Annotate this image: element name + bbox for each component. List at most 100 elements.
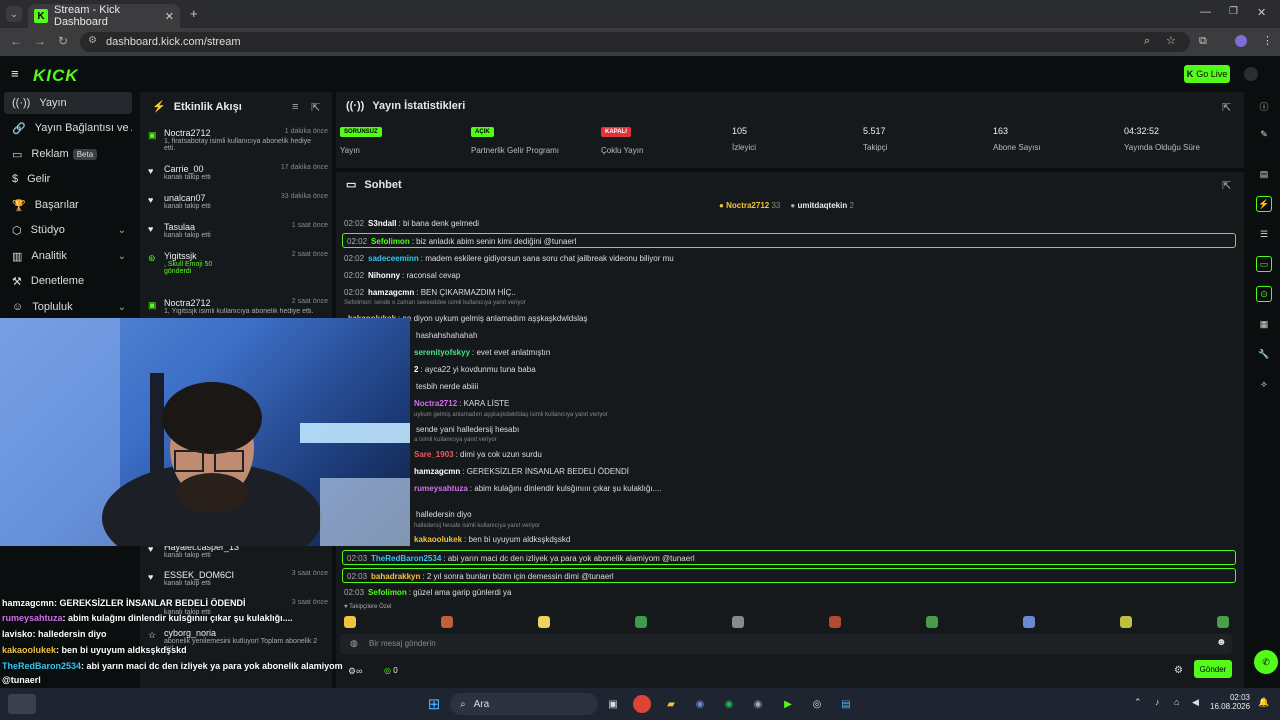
zoom-icon[interactable]: ⌕	[1144, 35, 1150, 48]
extensions-icon[interactable]: ⧉	[1199, 35, 1207, 48]
taskbar-clock[interactable]: 02:03 16.08.2026	[1210, 693, 1250, 711]
chat-username[interactable]: rumeysahtuza	[414, 484, 468, 493]
send-button[interactable]: Gönder	[1194, 660, 1232, 678]
popout-icon[interactable]: ⇱	[311, 101, 320, 114]
file-explorer-icon[interactable]: ▰	[662, 695, 680, 713]
wrench-icon[interactable]: 🔧	[1256, 346, 1272, 362]
chat-username[interactable]: serenityofskyy	[414, 348, 470, 357]
chat-toggle-icon[interactable]: ▭	[1256, 256, 1272, 272]
discord-icon[interactable]: ◉	[691, 695, 709, 713]
chat-username[interactable]: sadeceeminn	[368, 254, 419, 263]
obs-icon[interactable]: ◎	[808, 695, 826, 713]
notification-icon[interactable]: 🔔	[1258, 697, 1269, 708]
url-field[interactable]: ⚙ dashboard.kick.com/stream ⌕ ☆	[80, 32, 1190, 52]
pinned-user[interactable]: ● Noctra2712 33	[719, 201, 780, 210]
chat-username[interactable]: 2	[414, 365, 418, 374]
stats-toggle-icon[interactable]: ⊙	[1256, 286, 1272, 302]
sidebar-item-moderation[interactable]: ⚒ Denetleme	[4, 270, 132, 292]
layout-icon[interactable]: ▤	[1256, 166, 1272, 182]
popout-icon[interactable]: ⇱	[1222, 101, 1231, 114]
gear-icon[interactable]: ⚙	[1174, 665, 1183, 676]
chat-username[interactable]: TheRedBaron2534	[371, 554, 441, 563]
sidebar-item-ads[interactable]: ▭ Reklam Beta	[4, 143, 132, 165]
taskbar-search[interactable]: ⌕ Ara	[450, 693, 598, 715]
chat-username[interactable]: Nihonny	[368, 271, 400, 280]
emote-icon[interactable]	[1120, 616, 1132, 628]
spotify-icon[interactable]: ◉	[720, 695, 738, 713]
sidebar-item-studio[interactable]: ⬡ Stüdyo ⌄	[4, 219, 132, 241]
profile-avatar[interactable]	[1235, 35, 1247, 47]
go-live-button[interactable]: K Go Live	[1184, 65, 1230, 83]
microphone-icon[interactable]: ♪	[1155, 697, 1160, 707]
chat-settings-icon[interactable]: ⚙∞	[348, 666, 362, 677]
task-view-icon[interactable]: ▣	[604, 695, 622, 713]
volume-icon[interactable]: ◀	[1192, 697, 1199, 708]
activity-toggle-icon[interactable]: ⚡	[1256, 196, 1272, 212]
chat-username[interactable]: kakaoolukek	[414, 535, 462, 544]
list-icon[interactable]: ☰	[1256, 226, 1272, 242]
network-icon[interactable]: ⌂	[1174, 697, 1179, 707]
site-info-icon[interactable]: ⚙	[88, 35, 97, 46]
emoji-picker-icon[interactable]: ☻	[1216, 637, 1227, 648]
chat-username[interactable]: hamzagcmn	[414, 467, 460, 476]
kick-app-icon[interactable]: ▶	[779, 695, 797, 713]
close-window-icon[interactable]: ✕	[1257, 6, 1266, 19]
sidebar-item-analytics[interactable]: ▥ Analitik ⌄	[4, 245, 132, 267]
emote-icon[interactable]	[732, 616, 744, 628]
emote-icon[interactable]	[829, 616, 841, 628]
kick-k-icon: K	[1186, 69, 1194, 79]
filter-icon[interactable]: ≡	[292, 101, 298, 113]
storage-icon[interactable]: ▦	[1256, 316, 1272, 332]
new-tab-icon[interactable]: +	[190, 6, 198, 21]
sidebar-item-stream-key[interactable]: 🔗Yayın Bağlantısı ve Anahtarı	[4, 117, 132, 139]
sidebar-item-stream[interactable]: ((·)) Yayın	[4, 92, 132, 114]
info-icon[interactable]: ⓘ	[1256, 98, 1272, 114]
chat-username[interactable]: Sefolimon	[371, 237, 410, 246]
sidebar-item-achievements[interactable]: 🏆 Başarılar	[4, 194, 132, 216]
bookmark-star-icon[interactable]: ☆	[1166, 34, 1176, 47]
hammer-icon: ⚒	[12, 275, 22, 288]
support-chat-icon[interactable]: ✆	[1254, 650, 1278, 674]
emote-icon[interactable]	[441, 616, 453, 628]
chrome-icon[interactable]	[633, 695, 651, 713]
popout-icon[interactable]: ⇱	[1222, 179, 1231, 192]
steam-icon[interactable]: ◉	[749, 695, 767, 713]
chat-username[interactable]: Noctra2712	[414, 399, 457, 408]
browser-tab[interactable]: K Stream - Kick Dashboard ✕	[28, 4, 180, 28]
share-icon[interactable]: ⟡	[1256, 376, 1272, 392]
windows-start-icon[interactable]: ⊞	[425, 695, 443, 713]
hamburger-menu-icon[interactable]: ≡	[11, 66, 19, 81]
maximize-icon[interactable]: ❐	[1229, 6, 1238, 17]
notepad-icon[interactable]: ▤	[837, 695, 855, 713]
sidebar-item-community[interactable]: ☺ Topluluk ⌄	[4, 296, 132, 318]
chat-username[interactable]: hamzagcmn	[368, 288, 414, 297]
stat-followers: 5.517 Takipçi	[863, 126, 888, 152]
reload-icon[interactable]: ↻	[58, 34, 68, 48]
search-icon: ⌕	[460, 698, 466, 710]
tab-search-icon[interactable]: ⌄	[6, 6, 22, 22]
chat-username[interactable]: Sare_1903	[414, 450, 454, 459]
chat-username[interactable]: Sefolimon	[368, 588, 407, 597]
chat-username[interactable]: S3ndall	[368, 219, 396, 228]
emote-icon[interactable]	[344, 616, 356, 628]
browser-menu-icon[interactable]: ⋮	[1262, 34, 1273, 47]
tab-title: Stream - Kick Dashboard	[54, 4, 121, 28]
emote-icon[interactable]	[926, 616, 938, 628]
edit-icon[interactable]: ✎	[1256, 126, 1272, 142]
minimize-icon[interactable]: —	[1200, 6, 1211, 18]
emote-icon[interactable]	[1023, 616, 1035, 628]
sidebar-item-revenue[interactable]: $ Gelir	[4, 168, 132, 190]
chat-input[interactable]: ◍ Bir mesaj gönderin ☻	[340, 634, 1232, 654]
emote-icon[interactable]	[1217, 616, 1229, 628]
back-icon[interactable]: ←	[10, 34, 22, 48]
emote-icon[interactable]	[538, 616, 550, 628]
tray-overflow-icon[interactable]: ⌃	[1134, 697, 1142, 708]
forward-icon[interactable]: →	[34, 34, 46, 48]
user-avatar[interactable]	[1244, 67, 1258, 81]
chat-username[interactable]: bahadrakkyn	[371, 572, 420, 581]
emote-icon[interactable]	[635, 616, 647, 628]
pinned-user[interactable]: ● umitdaqtekin 2	[790, 201, 854, 210]
weather-widget-icon[interactable]	[8, 694, 36, 714]
kick-logo[interactable]: KICK	[33, 66, 79, 86]
close-tab-icon[interactable]: ✕	[165, 10, 174, 23]
